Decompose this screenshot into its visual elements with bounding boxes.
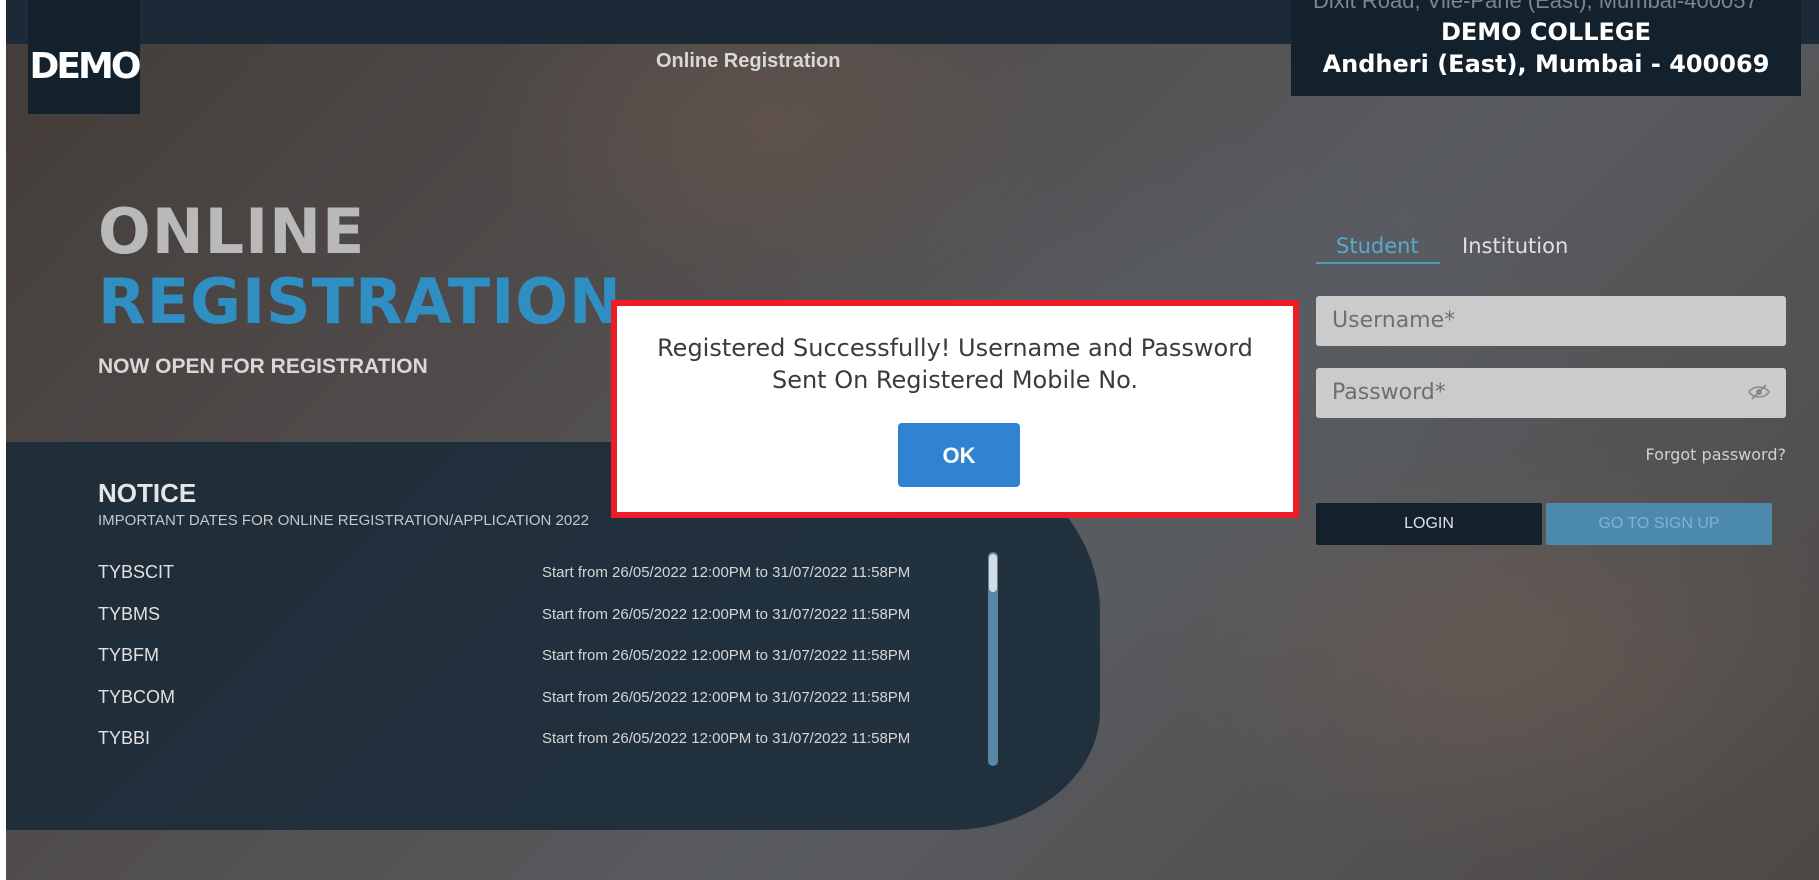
notice-course: TYBCOM [98, 686, 176, 707]
college-logo[interactable]: DEMO [28, 0, 142, 114]
college-city: Andheri (East), Mumbai - 400069 [1322, 50, 1770, 78]
notice-row: TYBSCIT Start from 26/05/2022 12:00PM to… [98, 562, 938, 604]
notice-scrollbar-thumb[interactable] [989, 554, 997, 592]
dialog-message-line2: Sent On Registered Mobile No. [771, 366, 1139, 394]
active-tab-underline [1316, 262, 1440, 264]
dialog-message-line1: Registered Successfully! Username and Pa… [657, 334, 1253, 362]
tab-student[interactable]: Student [1336, 234, 1419, 258]
notice-row: TYBFM Start from 26/05/2022 12:00PM to 3… [98, 645, 938, 687]
hero-title-line1: ONLINE [98, 195, 366, 268]
notice-dates: Start from 26/05/2022 12:00PM to 31/07/2… [542, 564, 911, 581]
college-address: Dixit Road, Vile-Parle (East), Mumbai-40… [1313, 0, 1758, 13]
login-button[interactable]: LOGIN [1316, 503, 1542, 545]
notice-dates: Start from 26/05/2022 12:00PM to 31/07/2… [542, 605, 911, 623]
signup-button[interactable]: GO TO SIGN UP [1546, 503, 1772, 545]
college-name: DEMO COLLEGE [1440, 18, 1652, 46]
password-placeholder: Password* [1332, 380, 1446, 405]
notice-title: NOTICE [98, 478, 197, 508]
notice-row: TYBBI Start from 26/05/2022 12:00PM to 3… [98, 728, 938, 770]
password-input[interactable]: Password* [1316, 368, 1786, 418]
page: DEMO Online Registration Dixit Road, Vil… [6, 0, 1819, 880]
notice-subtitle: IMPORTANT DATES FOR ONLINE REGISTRATION/… [98, 512, 589, 529]
eye-slash-icon[interactable] [1748, 384, 1770, 400]
success-dialog: Registered Successfully! Username and Pa… [611, 300, 1299, 518]
college-info-box: Dixit Road, Vile-Parle (East), Mumbai-40… [1291, 0, 1801, 96]
notice-dates: Start from 26/05/2022 12:00PM to 31/07/2… [542, 730, 911, 747]
notice-course: TYBFM [98, 645, 159, 665]
notice-course: TYBSCIT [98, 562, 175, 582]
forgot-password-link[interactable]: Forgot password? [1646, 445, 1786, 464]
notice-list: TYBSCIT Start from 26/05/2022 12:00PM to… [98, 562, 938, 770]
header-title: Online Registration [656, 50, 841, 72]
username-input[interactable]: Username* [1316, 296, 1786, 346]
notice-scrollbar[interactable] [988, 552, 998, 766]
notice-row: TYBMS Start from 26/05/2022 12:00PM to 3… [98, 604, 938, 646]
notice-course: TYBBI [98, 728, 151, 748]
notice-course: TYBMS [98, 603, 161, 624]
hero-title-line2: REGISTRATION [98, 265, 622, 338]
notice-dates: Start from 26/05/2022 12:00PM to 31/07/2… [542, 688, 911, 706]
ok-button[interactable]: OK [898, 423, 1020, 487]
hero-subtitle: NOW OPEN FOR REGISTRATION [98, 355, 428, 378]
dialog-message: Registered Successfully! Username and Pa… [617, 332, 1293, 396]
username-placeholder: Username* [1332, 308, 1456, 333]
login-card: Student Institution Username* Password* … [1306, 220, 1786, 560]
notice-row: TYBCOM Start from 26/05/2022 12:00PM to … [98, 687, 938, 729]
notice-dates: Start from 26/05/2022 12:00PM to 31/07/2… [542, 647, 911, 664]
logo-text: DEMO [29, 45, 142, 87]
tab-institution[interactable]: Institution [1462, 234, 1568, 258]
